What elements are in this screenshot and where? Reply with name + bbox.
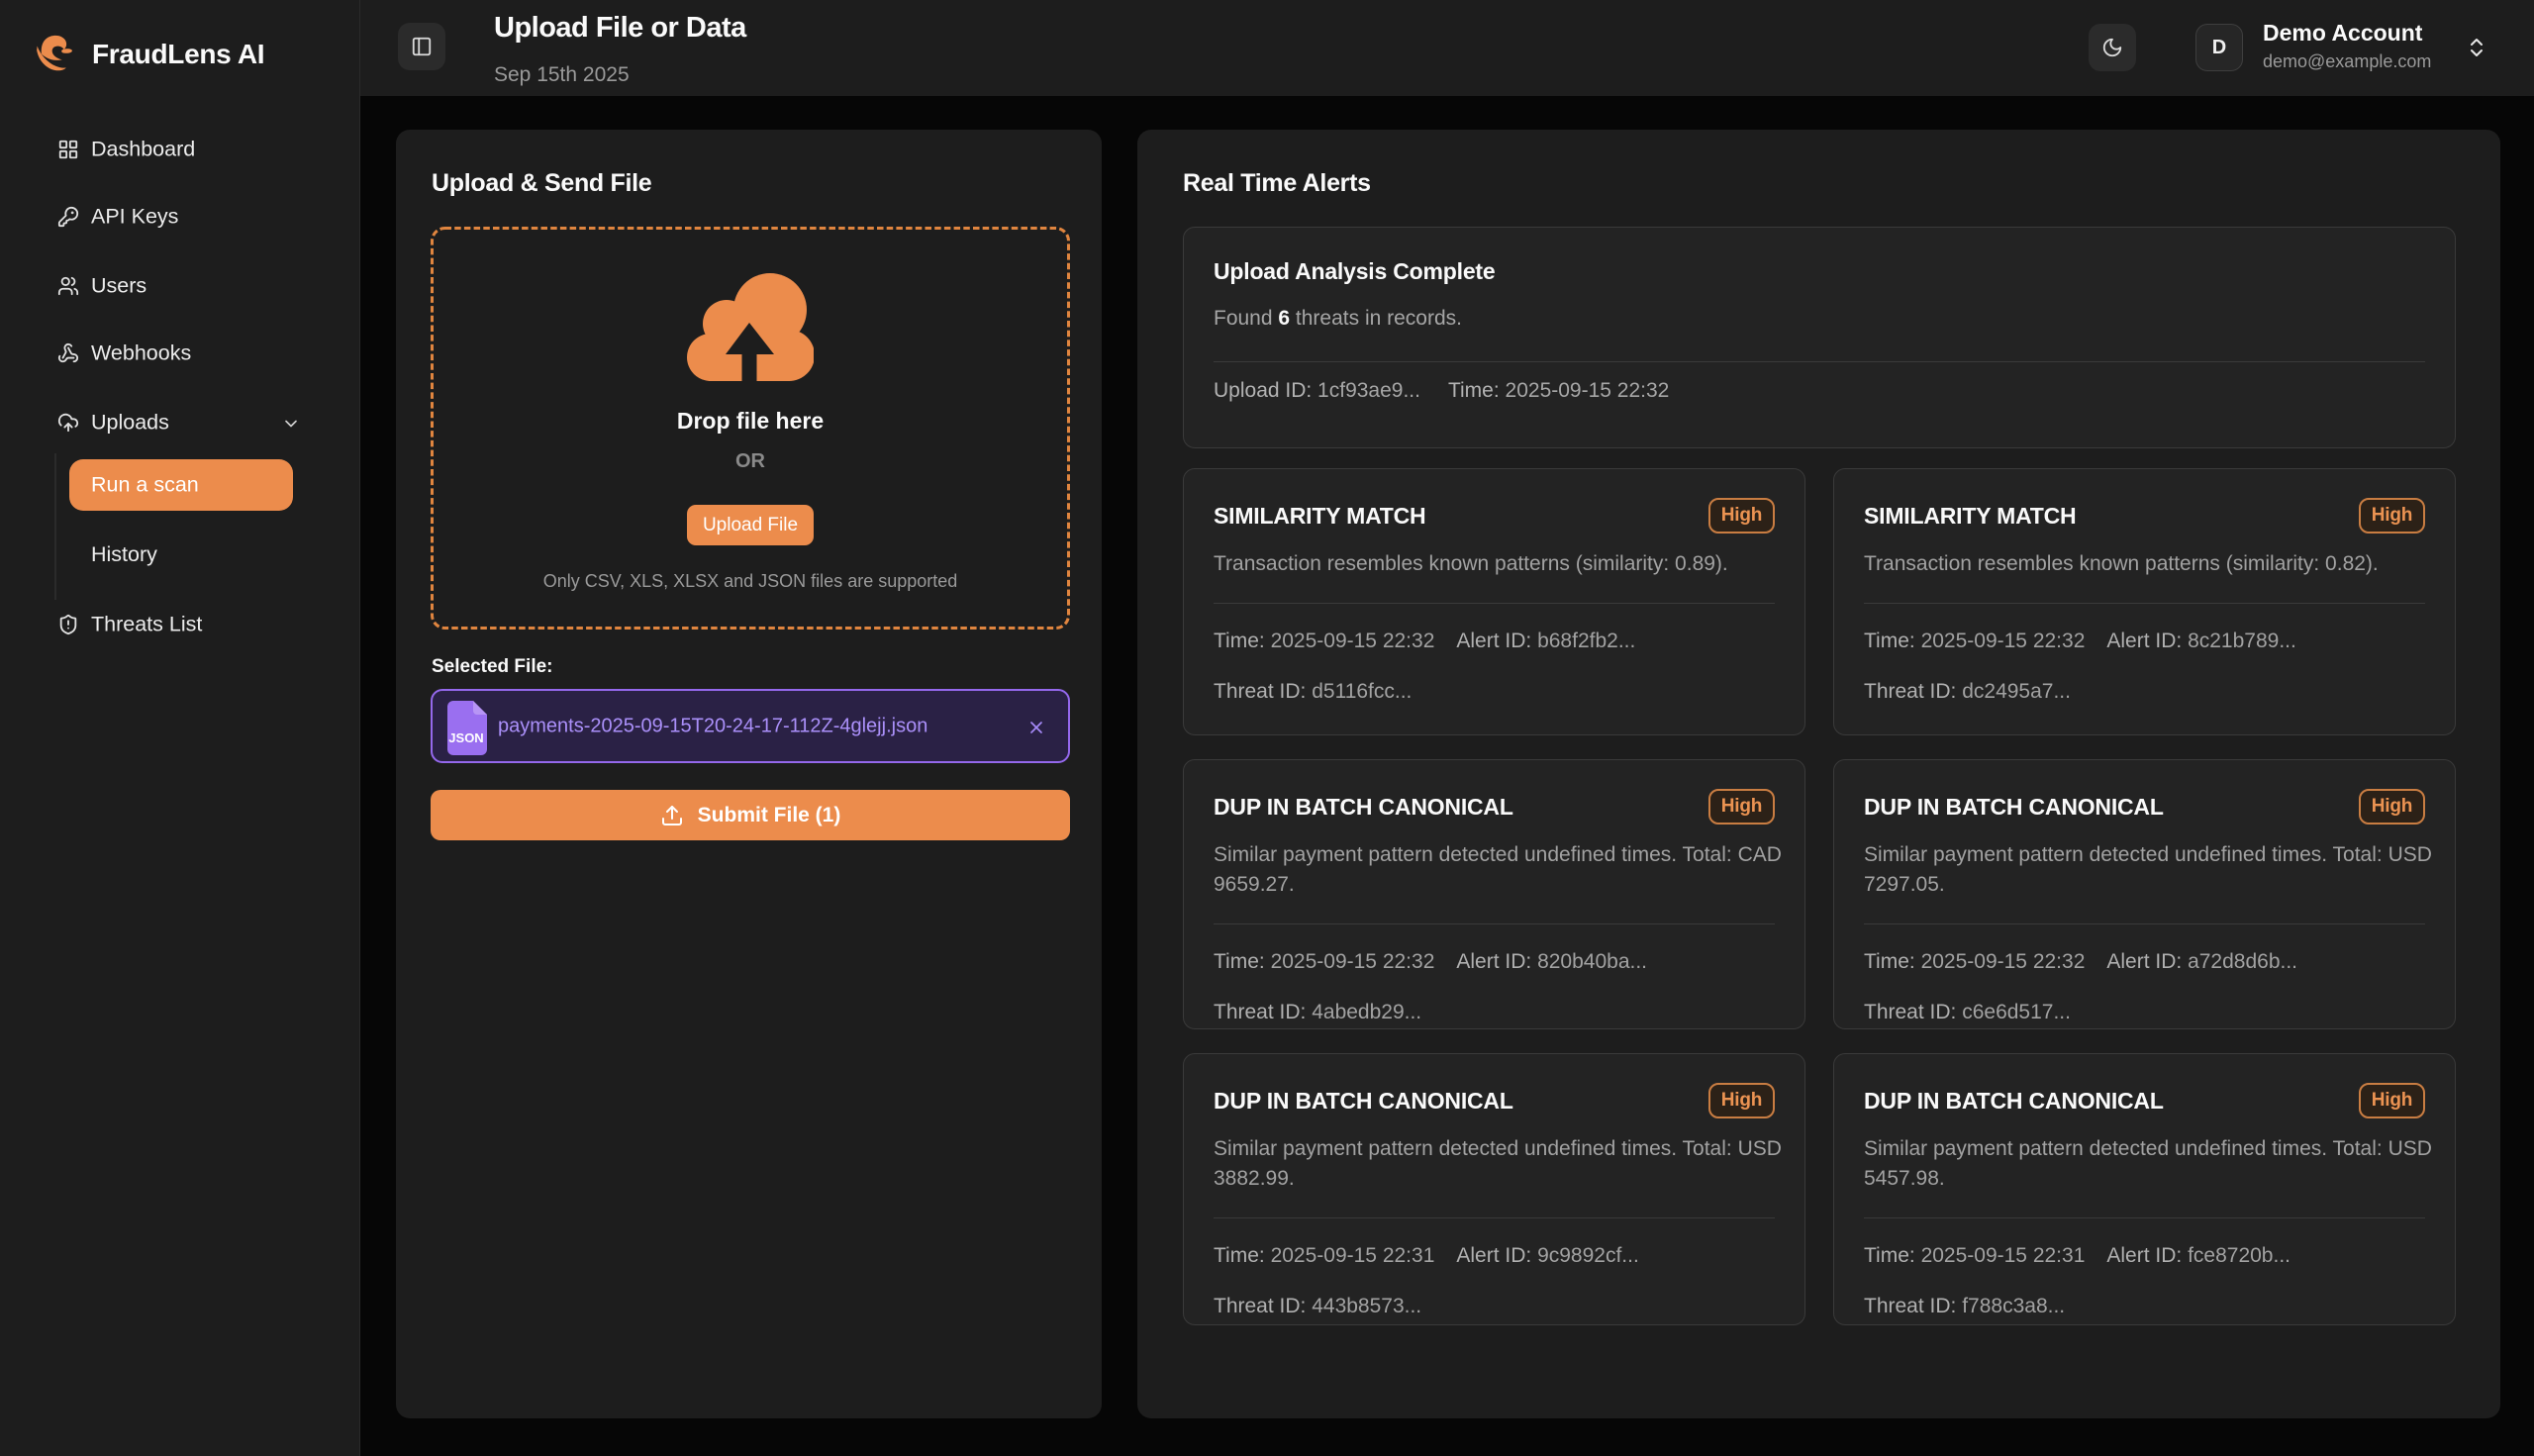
svg-text:JSON: JSON <box>448 730 483 745</box>
